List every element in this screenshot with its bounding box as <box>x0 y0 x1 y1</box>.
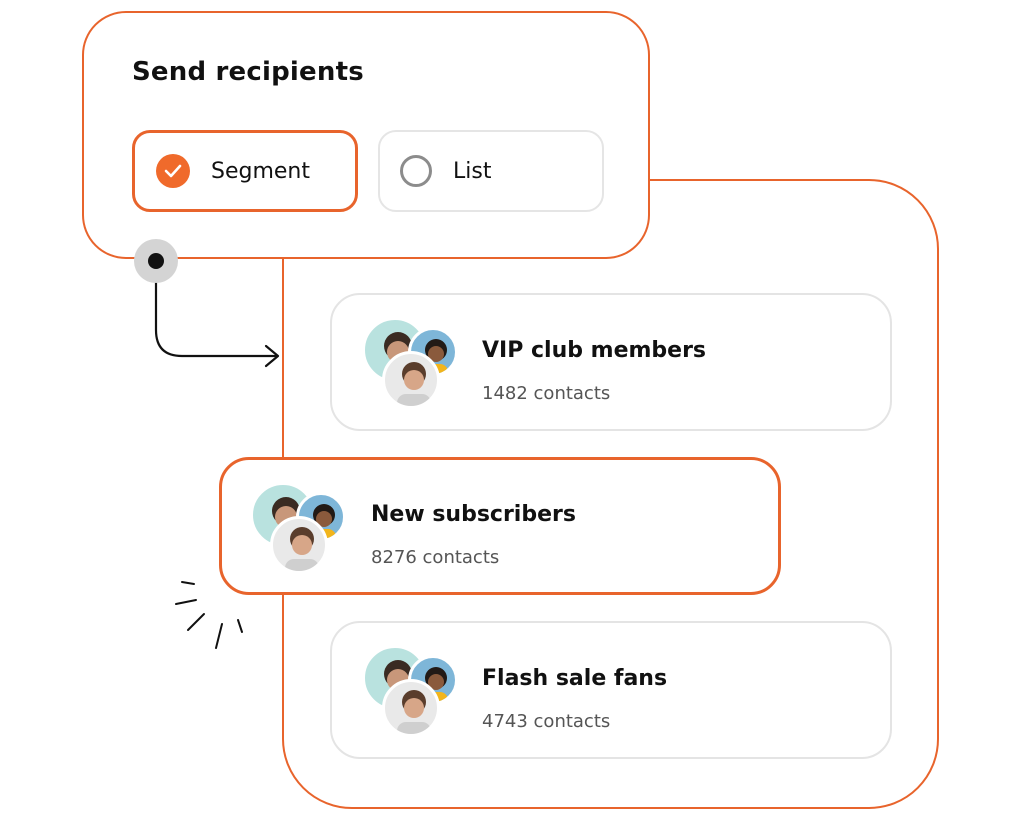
radio-empty-icon <box>400 155 432 187</box>
segment-option[interactable]: Segment <box>132 130 358 212</box>
avatar <box>270 516 328 574</box>
check-circle-icon <box>156 154 190 188</box>
segment-count: 8276 contacts <box>371 547 500 568</box>
segment-card-new-subscribers[interactable]: New subscribers 8276 contacts <box>219 457 781 595</box>
segment-option-label: Segment <box>211 158 310 184</box>
avatar-group <box>250 482 350 582</box>
segment-card-vip-club-members[interactable]: VIP club members 1482 contacts <box>330 293 892 431</box>
segment-count: 1482 contacts <box>482 383 611 404</box>
segment-name: VIP club members <box>482 338 707 363</box>
sparkle-icon <box>175 581 243 649</box>
send-recipients-card: Send recipients Segment List <box>82 11 650 259</box>
avatar-group <box>362 317 462 417</box>
avatar-group <box>362 645 462 745</box>
segment-count: 4743 contacts <box>482 711 611 732</box>
stage: Send recipients Segment List VIP club me… <box>0 0 1024 823</box>
list-option-label: List <box>453 158 492 184</box>
segment-card-flash-sale-fans[interactable]: Flash sale fans 4743 contacts <box>330 621 892 759</box>
list-option[interactable]: List <box>378 130 604 212</box>
segment-name: Flash sale fans <box>482 666 668 691</box>
segment-name: New subscribers <box>371 502 576 527</box>
recipients-title: Send recipients <box>132 57 364 87</box>
avatar <box>382 679 440 737</box>
connector-dot <box>148 253 164 269</box>
avatar <box>382 351 440 409</box>
